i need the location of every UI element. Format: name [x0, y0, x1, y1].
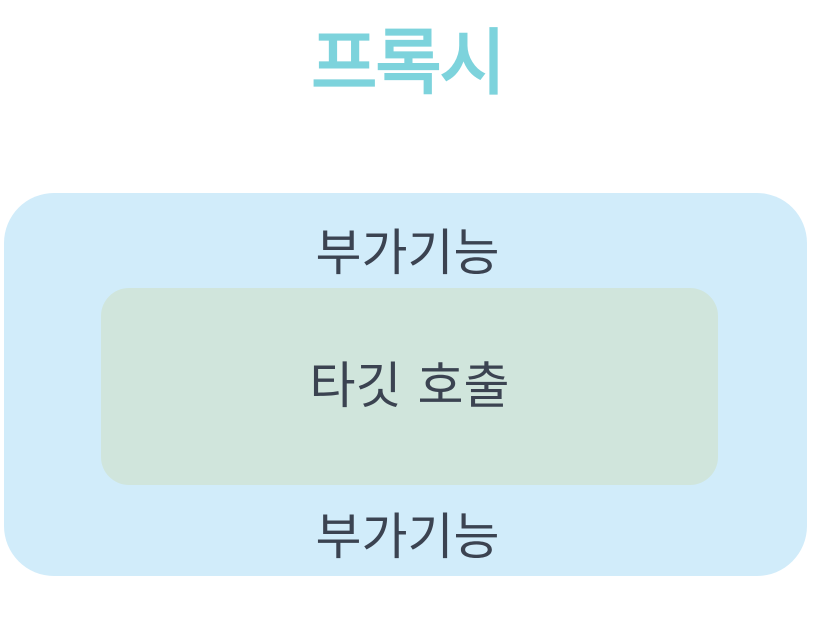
diagram-title: 프록시 [311, 21, 506, 105]
inner-label: 타깃 호출 [309, 357, 510, 415]
outer-label-bottom: 부가기능 [315, 508, 500, 566]
outer-label-top: 부가기능 [315, 224, 500, 282]
